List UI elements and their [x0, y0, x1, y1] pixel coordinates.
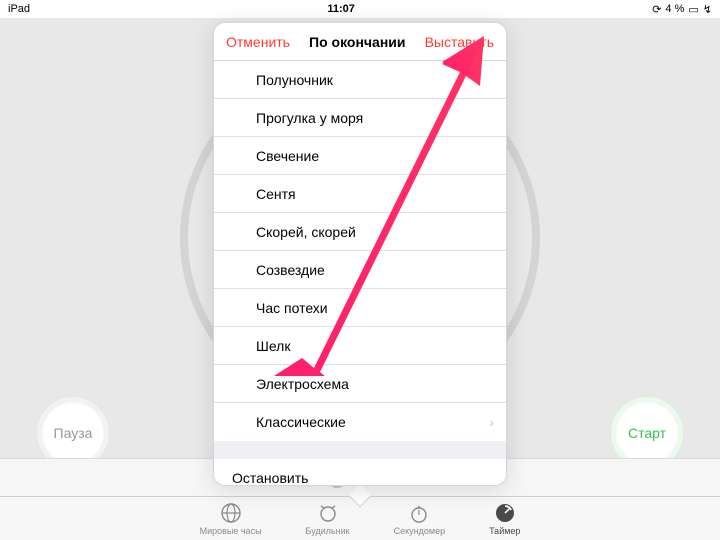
list-item-label: Классические [256, 414, 346, 430]
charging-icon: ↯ [703, 3, 712, 16]
start-button-label: Старт [628, 425, 666, 441]
set-button[interactable]: Выставить [425, 34, 494, 50]
list-item[interactable]: Свечение [214, 137, 506, 175]
stopwatch-icon [408, 502, 430, 524]
tab-label: Мировые часы [200, 526, 262, 536]
list-item[interactable]: Шелк [214, 327, 506, 365]
pause-button-label: Пауза [54, 425, 93, 441]
tab-stopwatch[interactable]: Секундомер [394, 502, 445, 536]
list-item[interactable]: Сентя [214, 175, 506, 213]
tab-label: Секундомер [394, 526, 445, 536]
chevron-right-icon: › [489, 414, 494, 430]
tab-alarm[interactable]: Будильник [306, 502, 350, 536]
globe-icon [220, 502, 242, 524]
status-bar: iPad 11:07 ⟳ 4 % ▭ ↯ [0, 0, 720, 18]
status-right: ⟳ 4 % ▭ ↯ [652, 3, 712, 16]
list-item-label: Электросхема [256, 376, 349, 392]
sound-picker-popover: Отменить По окончании Выставить Полуночн… [213, 22, 507, 486]
device-label: iPad [8, 3, 30, 15]
list-item[interactable]: Полуночник [214, 61, 506, 99]
ringtone-list[interactable]: Полуночник Прогулка у моря Свечение Сент… [214, 61, 506, 441]
popover-title: По окончании [290, 34, 425, 50]
list-item-label: Шелк [256, 338, 290, 354]
list-item[interactable]: Созвездие [214, 251, 506, 289]
tab-label: Будильник [306, 526, 350, 536]
battery-text: 4 % [665, 3, 684, 15]
list-item-label: Час потехи [256, 300, 328, 316]
status-time: 11:07 [30, 3, 652, 15]
list-item[interactable]: Электросхема [214, 365, 506, 403]
cancel-button[interactable]: Отменить [226, 34, 290, 50]
stop-playing-row[interactable]: Остановить [214, 459, 506, 485]
list-item[interactable]: Скорей, скорей [214, 213, 506, 251]
list-item-label: Полуночник [256, 72, 333, 88]
tab-label: Таймер [489, 526, 520, 536]
popover-body: Полуночник Прогулка у моря Свечение Сент… [214, 61, 506, 485]
tab-world-clock[interactable]: Мировые часы [200, 502, 262, 536]
list-item[interactable]: Час потехи [214, 289, 506, 327]
list-item-label: Созвездие [256, 262, 325, 278]
tab-timer[interactable]: Таймер [489, 502, 520, 536]
alarm-icon [317, 502, 339, 524]
list-item-label: Прогулка у моря [256, 110, 363, 126]
list-item[interactable]: Прогулка у моря [214, 99, 506, 137]
list-item-label: Остановить [232, 470, 308, 485]
list-item-label: Скорей, скорей [256, 224, 356, 240]
popover-header: Отменить По окончании Выставить [214, 23, 506, 61]
orientation-lock-icon: ⟳ [652, 3, 661, 16]
list-item-label: Свечение [256, 148, 319, 164]
stop-playing-group: Остановить [214, 459, 506, 485]
timer-icon [494, 502, 516, 524]
classic-tones-row[interactable]: Классические › [214, 403, 506, 441]
list-item-label: Сентя [256, 186, 296, 202]
battery-icon: ▭ [688, 3, 698, 16]
